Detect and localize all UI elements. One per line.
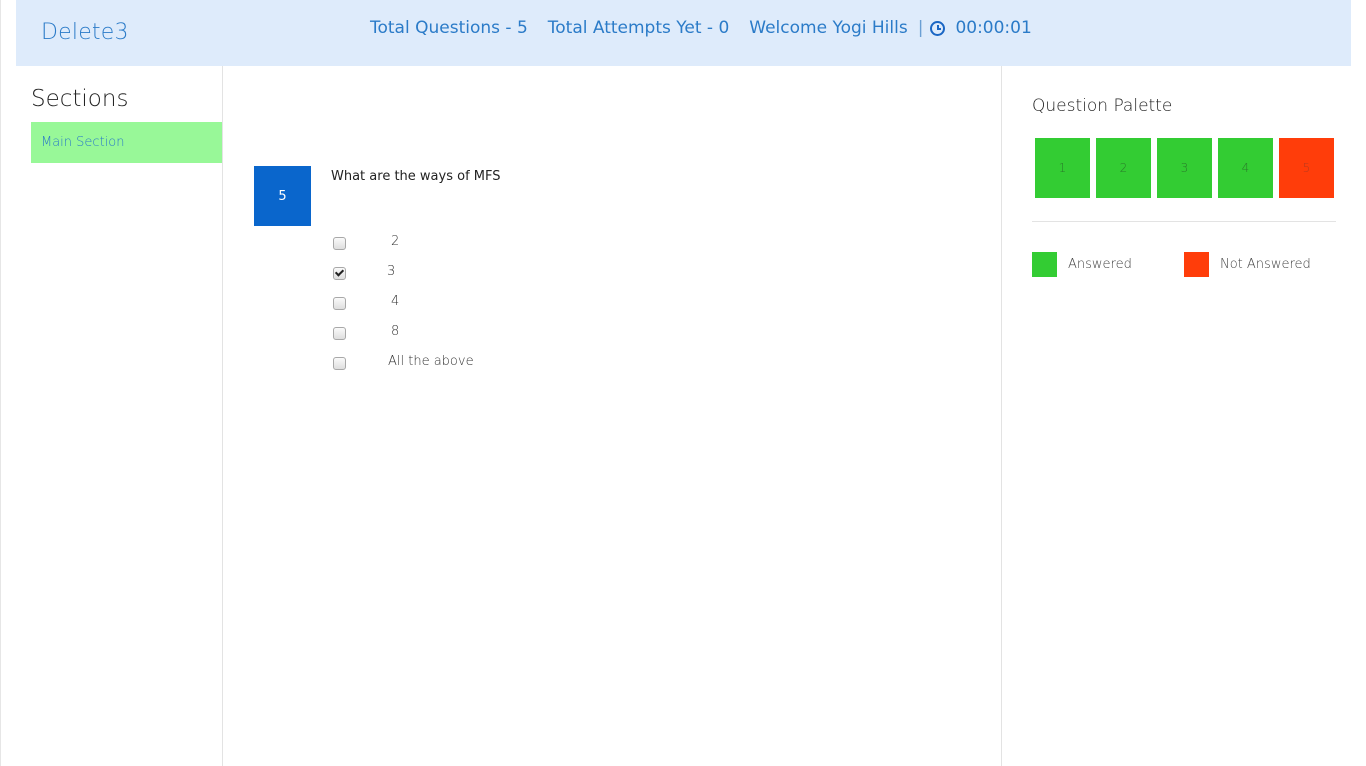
option-checkbox[interactable] <box>333 327 346 340</box>
welcome-user: Welcome Yogi Hills <box>749 18 908 38</box>
question-palette: Question Palette 1 2 3 4 5 Answered Not … <box>1002 66 1351 766</box>
option-item: 3 <box>331 264 631 294</box>
section-item-main[interactable]: Main Section <box>31 122 222 163</box>
option-label: All the above <box>388 354 474 369</box>
legend-not-answered-label: Not Answered <box>1220 257 1311 272</box>
palette-button-4[interactable]: 4 <box>1218 138 1273 198</box>
header-info: Total Questions - 5 Total Attempts Yet -… <box>370 18 1032 38</box>
palette-button-2[interactable]: 2 <box>1096 138 1151 198</box>
option-checkbox[interactable] <box>333 237 346 250</box>
palette-button-3[interactable]: 3 <box>1157 138 1212 198</box>
page-right-margin <box>1351 0 1366 766</box>
header-bar: Delete3 Total Questions - 5 Total Attemp… <box>16 0 1351 66</box>
question-number-badge: 5 <box>254 166 311 226</box>
legend-not-answered-swatch <box>1184 252 1209 277</box>
legend-answered-swatch <box>1032 252 1057 277</box>
option-label: 4 <box>391 294 400 309</box>
sections-title: Sections <box>31 86 129 112</box>
palette-title: Question Palette <box>1032 96 1173 116</box>
option-item: 4 <box>331 294 631 324</box>
option-label: 2 <box>391 234 400 249</box>
sections-sidebar: Sections Main Section <box>0 66 223 766</box>
option-checkbox[interactable] <box>333 297 346 310</box>
total-questions: Total Questions - 5 <box>370 18 528 38</box>
option-item: All the above <box>331 354 631 384</box>
question-panel: 5 What are the ways of MFS 2 3 4 8 All t… <box>223 66 1002 766</box>
palette-divider <box>1032 221 1336 222</box>
legend-answered-label: Answered <box>1068 257 1132 272</box>
section-item-label: Main Section <box>41 135 125 150</box>
option-item: 2 <box>331 234 631 264</box>
option-checkbox[interactable] <box>333 357 346 370</box>
total-attempts: Total Attempts Yet - 0 <box>547 18 730 38</box>
legend-not-answered: Not Answered <box>1184 252 1311 277</box>
option-checkbox[interactable] <box>333 267 346 280</box>
option-label: 8 <box>391 324 400 339</box>
option-label: 3 <box>387 264 396 279</box>
palette-button-5[interactable]: 5 <box>1279 138 1334 198</box>
exam-title: Delete3 <box>41 20 129 45</box>
clock-icon <box>930 20 946 36</box>
header-separator: | <box>917 18 924 38</box>
legend-answered: Answered <box>1032 252 1132 277</box>
exam-page: Delete3 Total Questions - 5 Total Attemp… <box>0 0 1366 766</box>
question-text: What are the ways of MFS <box>331 169 501 184</box>
palette-grid: 1 2 3 4 5 <box>1035 138 1340 198</box>
palette-button-1[interactable]: 1 <box>1035 138 1090 198</box>
option-item: 8 <box>331 324 631 354</box>
answer-options: 2 3 4 8 All the above <box>331 234 631 384</box>
timer: 00:00:01 <box>955 18 1032 38</box>
